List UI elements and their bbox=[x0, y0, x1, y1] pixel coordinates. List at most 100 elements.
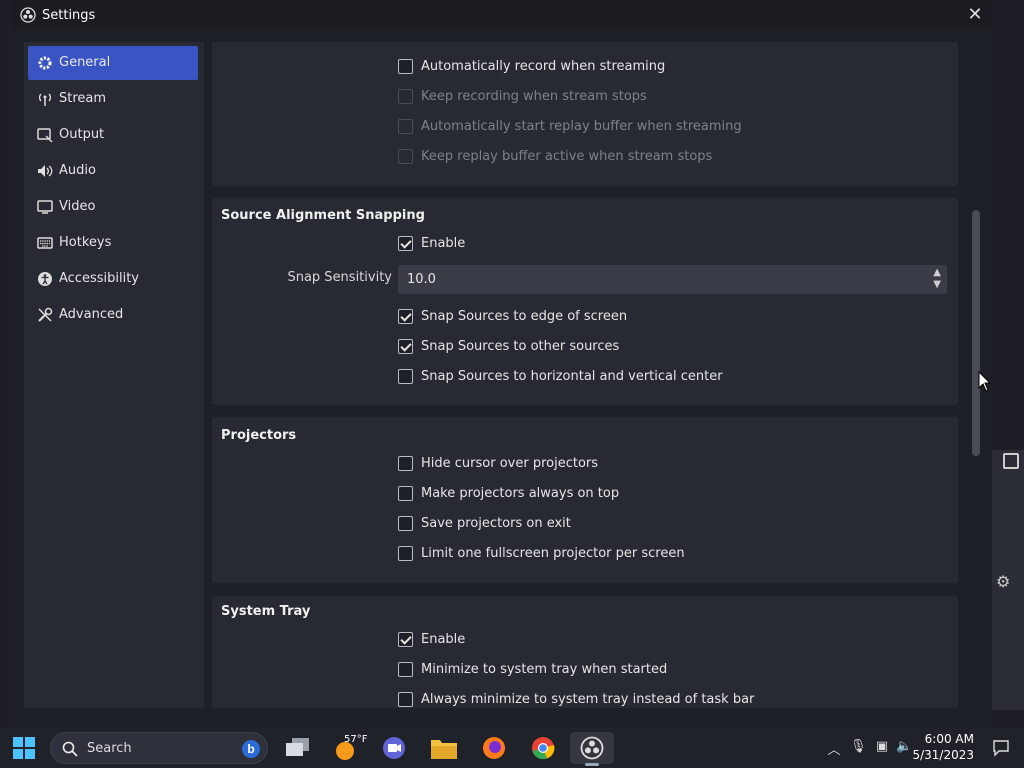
sidebar-item-video[interactable]: Video bbox=[28, 190, 198, 224]
settings-sidebar: General Stream Output Audio Video Hotkey… bbox=[24, 42, 204, 708]
scrollbar-thumb[interactable] bbox=[972, 210, 980, 456]
notification-icon[interactable] bbox=[992, 739, 1010, 757]
antenna-icon bbox=[38, 93, 52, 106]
firefox-icon bbox=[483, 737, 505, 759]
checkbox-box bbox=[398, 149, 413, 164]
spinbox-value: 10.0 bbox=[407, 272, 436, 287]
checkbox-label: Save projectors on exit bbox=[421, 516, 571, 531]
spin-up-icon[interactable]: ▲ bbox=[933, 268, 941, 278]
sidebar-item-advanced[interactable]: Advanced bbox=[28, 298, 198, 332]
sidebar-item-output[interactable]: Output bbox=[28, 118, 198, 152]
checkbox-box[interactable] bbox=[398, 236, 413, 251]
sidebar-item-audio[interactable]: Audio bbox=[28, 154, 198, 188]
svg-text:b: b bbox=[247, 742, 254, 756]
background-dock-icon bbox=[1003, 453, 1019, 469]
close-icon: ✕ bbox=[967, 4, 983, 25]
checkbox-label: Automatically start replay buffer when s… bbox=[421, 119, 742, 134]
group-title: Projectors bbox=[221, 428, 297, 443]
chat-icon bbox=[383, 737, 405, 759]
checkbox-box[interactable] bbox=[398, 59, 413, 74]
checkbox-label: Snap Sources to horizontal and vertical … bbox=[421, 369, 723, 384]
checkbox-box[interactable] bbox=[398, 662, 413, 677]
output-group: Automatically record when streaming Keep… bbox=[212, 42, 958, 186]
sidebar-item-hotkeys[interactable]: Hotkeys bbox=[28, 226, 198, 260]
checkbox-box[interactable] bbox=[398, 516, 413, 531]
obs-icon bbox=[580, 736, 604, 760]
sidebar-item-label: Stream bbox=[59, 91, 107, 106]
sidebar-item-label: General bbox=[59, 55, 111, 70]
task-view-button[interactable] bbox=[280, 732, 316, 764]
checkbox-label: Always minimize to system tray instead o… bbox=[421, 692, 755, 707]
settings-content: Automatically record when streaming Keep… bbox=[212, 42, 972, 708]
checkbox-label: Enable bbox=[421, 236, 466, 251]
start-icon bbox=[13, 737, 35, 759]
output-icon bbox=[37, 128, 53, 143]
checkbox-box[interactable] bbox=[398, 339, 413, 354]
chrome-icon bbox=[532, 737, 555, 760]
checkbox-box bbox=[398, 89, 413, 104]
sidebar-item-label: Audio bbox=[59, 163, 96, 178]
snapping-group: Source Alignment Snapping Enable Snap Se… bbox=[212, 198, 958, 405]
weather-temperature: 57°F bbox=[344, 734, 368, 745]
file-explorer-icon bbox=[431, 740, 457, 759]
file-explorer-button[interactable] bbox=[426, 732, 462, 764]
chrome-button[interactable] bbox=[525, 732, 561, 764]
sidebar-item-label: Video bbox=[59, 199, 96, 214]
tools-icon bbox=[38, 307, 53, 322]
checkbox-box[interactable] bbox=[398, 309, 413, 324]
taskbar: Search b 57°F ︿ 🎙 ▣ 🔈 6:00 AM 5/31/2023 bbox=[0, 728, 1024, 768]
clock-time: 6:00 AM bbox=[924, 732, 974, 746]
gear-icon bbox=[38, 56, 52, 70]
active-indicator bbox=[585, 763, 599, 766]
sidebar-item-stream[interactable]: Stream bbox=[28, 82, 198, 116]
sidebar-item-label: Hotkeys bbox=[59, 235, 112, 250]
checkbox-label: Snap Sources to edge of screen bbox=[421, 309, 628, 324]
checkbox-label: Keep recording when stream stops bbox=[421, 89, 647, 104]
checkbox-box[interactable] bbox=[398, 632, 413, 647]
sidebar-item-label: Output bbox=[59, 127, 105, 142]
system-tray-group: System Tray Enable Minimize to system tr… bbox=[212, 596, 958, 708]
start-button[interactable] bbox=[6, 732, 42, 764]
checkbox-label: Snap Sources to other sources bbox=[421, 339, 620, 354]
checkbox-box[interactable] bbox=[398, 692, 413, 707]
system-clock[interactable]: 6:00 AM 5/31/2023 bbox=[912, 731, 974, 763]
checkbox-label: Limit one fullscreen projector per scree… bbox=[421, 546, 685, 561]
volume-icon[interactable]: 🔈 bbox=[896, 739, 912, 755]
checkbox-box bbox=[398, 119, 413, 134]
sidebar-item-label: Advanced bbox=[59, 307, 124, 322]
task-view-icon bbox=[286, 738, 309, 756]
accessibility-icon bbox=[38, 272, 52, 286]
checkbox-box[interactable] bbox=[398, 486, 413, 501]
speaker-icon bbox=[38, 165, 53, 177]
firefox-button[interactable] bbox=[476, 732, 512, 764]
checkbox-box[interactable] bbox=[398, 546, 413, 561]
microphone-icon[interactable]: 🎙 bbox=[850, 739, 867, 755]
search-icon bbox=[62, 741, 78, 757]
weather-widget[interactable]: 57°F bbox=[330, 732, 370, 764]
checkbox-label: Hide cursor over projectors bbox=[421, 456, 599, 471]
sidebar-item-general[interactable]: General bbox=[28, 46, 198, 80]
title-bar: Settings ✕ bbox=[12, 0, 992, 30]
keyboard-icon bbox=[37, 237, 53, 249]
obs-taskbar-button[interactable] bbox=[570, 732, 614, 766]
network-icon[interactable]: ▣ bbox=[874, 739, 890, 755]
checkbox-label: Minimize to system tray when started bbox=[421, 662, 668, 677]
checkbox-label: Enable bbox=[421, 632, 466, 647]
checkbox-box[interactable] bbox=[398, 456, 413, 471]
checkbox-label: Keep replay buffer active when stream st… bbox=[421, 149, 713, 164]
group-title: Source Alignment Snapping bbox=[221, 208, 425, 223]
taskbar-search[interactable]: Search b bbox=[50, 732, 268, 764]
spin-down-icon[interactable]: ▼ bbox=[933, 280, 941, 290]
bing-icon: b bbox=[242, 740, 260, 758]
checkbox-box[interactable] bbox=[398, 369, 413, 384]
snap-sensitivity-spinbox[interactable]: 10.0 ▲ ▼ bbox=[398, 265, 947, 294]
sidebar-item-accessibility[interactable]: Accessibility bbox=[28, 262, 198, 296]
projectors-group: Projectors Hide cursor over projectors M… bbox=[212, 417, 958, 583]
search-label: Search bbox=[87, 741, 132, 756]
checkbox-label: Automatically record when streaming bbox=[421, 59, 666, 74]
chevron-up-icon[interactable]: ︿ bbox=[826, 739, 842, 758]
group-title: System Tray bbox=[221, 604, 311, 619]
close-button[interactable]: ✕ bbox=[964, 4, 986, 26]
sidebar-item-label: Accessibility bbox=[59, 271, 139, 286]
chat-app-button[interactable] bbox=[376, 732, 412, 764]
